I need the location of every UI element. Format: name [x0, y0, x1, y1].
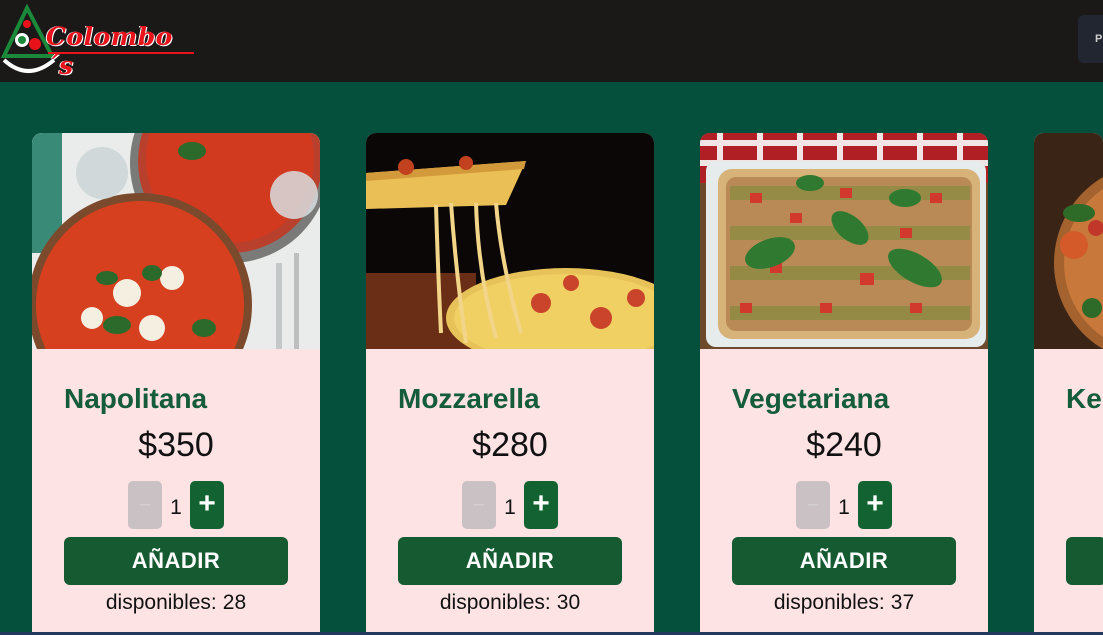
mozzarella-pizza-image: [366, 133, 654, 349]
quantity-value: 1: [504, 496, 516, 519]
add-to-cart-button[interactable]: AÑADIR: [398, 537, 622, 585]
quantity-value: 1: [838, 496, 850, 519]
increase-quantity-button[interactable]: +: [524, 481, 558, 529]
top-navbar: Colombo´s P: [0, 0, 1103, 82]
product-card-partial: Ke: [1034, 133, 1103, 635]
product-name: Vegetariana: [732, 383, 890, 414]
product-name: Ke: [1066, 383, 1102, 414]
stock-info: disponibles: 30: [366, 591, 654, 615]
add-to-cart-button[interactable]: AÑADIR: [64, 537, 288, 585]
brand-name: Colombo´s: [46, 22, 173, 80]
increase-quantity-button[interactable]: +: [190, 481, 224, 529]
add-to-cart-button[interactable]: [1066, 537, 1103, 585]
partial-pizza-image: [1034, 133, 1103, 349]
stock-info: disponibles: 28: [32, 591, 320, 615]
brand-underline: [48, 52, 194, 54]
product-name: Mozzarella: [398, 383, 540, 414]
product-name: Napolitana: [64, 383, 208, 414]
stock-count: 37: [890, 591, 915, 614]
stock-label: disponibles:: [439, 591, 551, 614]
stock-count: 28: [222, 591, 247, 614]
napolitana-pizza-image: [32, 133, 320, 349]
product-card-napolitana: Napolitana $350 − 1 + AÑADIR disponibles…: [32, 133, 320, 635]
stock-label: disponibles:: [105, 591, 217, 614]
product-price: $280: [472, 426, 548, 464]
brand-logo[interactable]: Colombo´s: [0, 4, 200, 80]
increase-quantity-button[interactable]: +: [858, 481, 892, 529]
stock-info: disponibles: 37: [700, 591, 988, 615]
stock-label: disponibles:: [773, 591, 885, 614]
product-card-vegetariana: Vegetariana $240 − 1 + AÑADIR disponible…: [700, 133, 988, 635]
decrease-quantity-button[interactable]: −: [462, 481, 496, 529]
product-price: $240: [806, 426, 882, 464]
nav-menu-button[interactable]: P: [1078, 15, 1103, 63]
product-card-mozzarella: Mozzarella $280 − 1 + AÑADIR disponibles…: [366, 133, 654, 635]
vegetariana-pizza-image: [700, 133, 988, 349]
add-to-cart-button[interactable]: AÑADIR: [732, 537, 956, 585]
product-price: $350: [138, 426, 214, 464]
stock-count: 30: [556, 591, 581, 614]
quantity-value: 1: [170, 496, 182, 519]
decrease-quantity-button[interactable]: −: [128, 481, 162, 529]
decrease-quantity-button[interactable]: −: [796, 481, 830, 529]
